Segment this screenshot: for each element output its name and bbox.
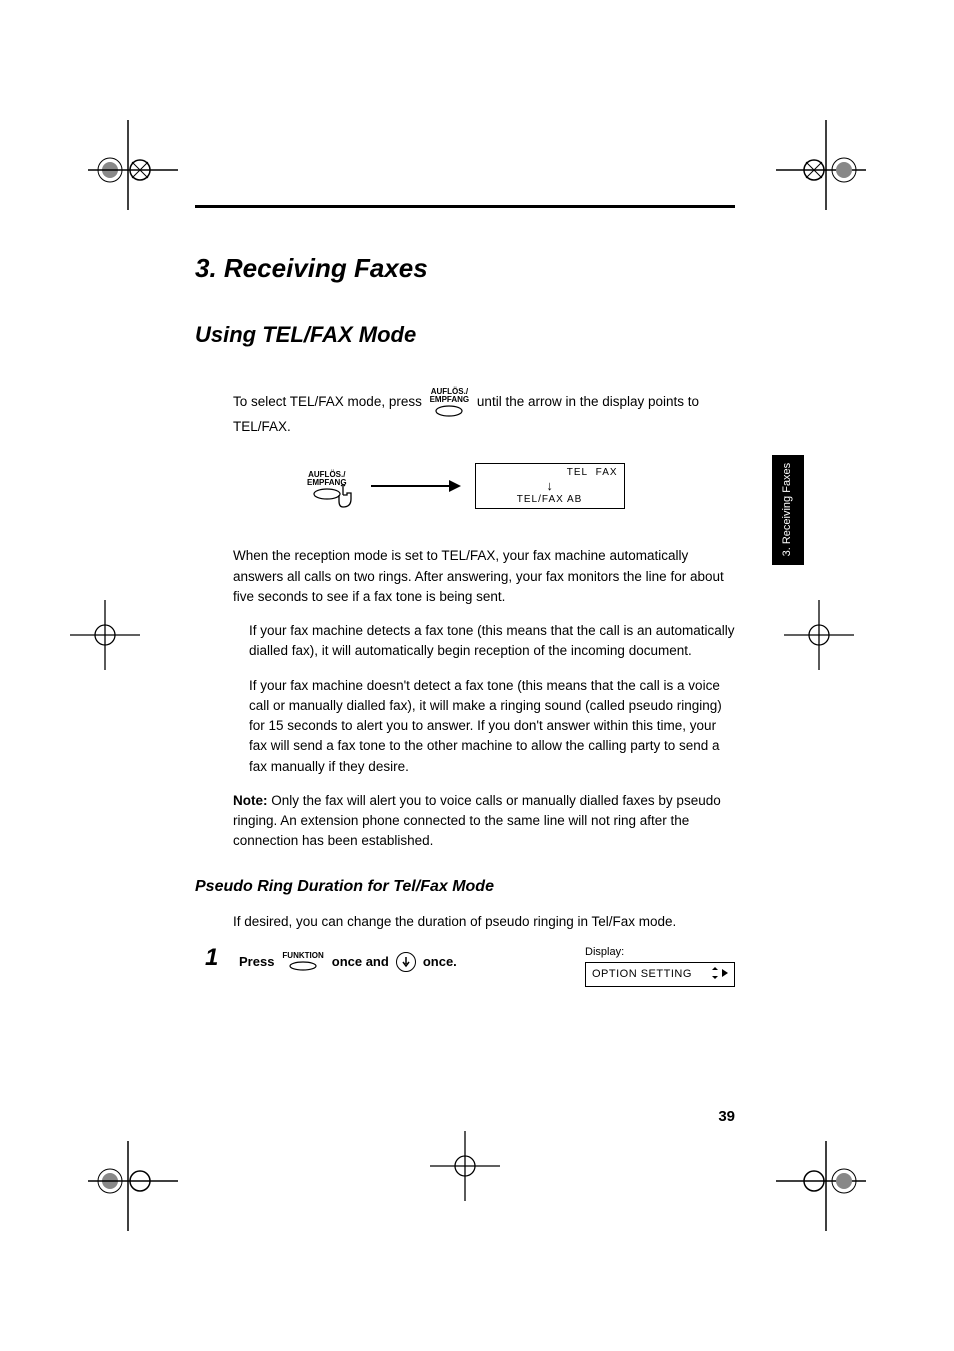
lcd-display: TEL FAX ↓ TEL/FAX AB: [475, 463, 625, 509]
crop-mark-icon: [88, 120, 178, 210]
step-number: 1: [205, 946, 225, 970]
lcd-display-small: OPTION SETTING: [585, 962, 735, 987]
step-instruction: Press FUNKTION once and once.: [239, 946, 571, 972]
note-paragraph: Note: Only the fax will alert you to voi…: [233, 791, 735, 852]
intro-paragraph: To select TEL/FAX mode, press AUFLÖS./ E…: [233, 388, 735, 437]
crop-mark-icon: [776, 1141, 866, 1231]
auflos-empfang-button-icon: AUFLÖS./ EMPFANG: [430, 388, 470, 417]
page-number: 39: [718, 1108, 735, 1125]
crop-mark-icon: [776, 120, 866, 210]
section-title: Using TEL/FAX Mode: [195, 322, 735, 348]
chapter-title: 3. Receiving Faxes: [195, 253, 735, 284]
sub-intro: If desired, you can change the duration …: [233, 912, 735, 932]
down-arrow-button-icon: [396, 952, 416, 972]
press-hand-icon: [329, 483, 357, 516]
body-paragraph: If your fax machine doesn't detect a fax…: [249, 676, 735, 777]
crop-mark-icon: [88, 1141, 178, 1231]
mode-select-diagram: AUFLÖS./ EMPFANG: [303, 455, 735, 516]
display-label: Display:: [585, 946, 735, 958]
chapter-tab: 3. Receiving Faxes: [772, 455, 804, 565]
body-paragraph: If your fax machine detects a fax tone (…: [249, 621, 735, 662]
subheading: Pseudo Ring Duration for Tel/Fax Mode: [195, 878, 735, 896]
body-paragraph: When the reception mode is set to TEL/FA…: [233, 546, 735, 607]
arrow-down-icon: ↓: [482, 479, 618, 492]
crop-mark-icon: [784, 600, 854, 670]
arrow-right-icon: [371, 478, 461, 494]
nav-arrows-icon: [710, 967, 728, 982]
crop-mark-icon: [70, 600, 140, 670]
crop-mark-icon: [430, 1131, 500, 1201]
step-row: 1 Press FUNKTION once and once. Display:…: [205, 946, 735, 987]
funktion-button-icon: FUNKTION: [282, 952, 323, 971]
